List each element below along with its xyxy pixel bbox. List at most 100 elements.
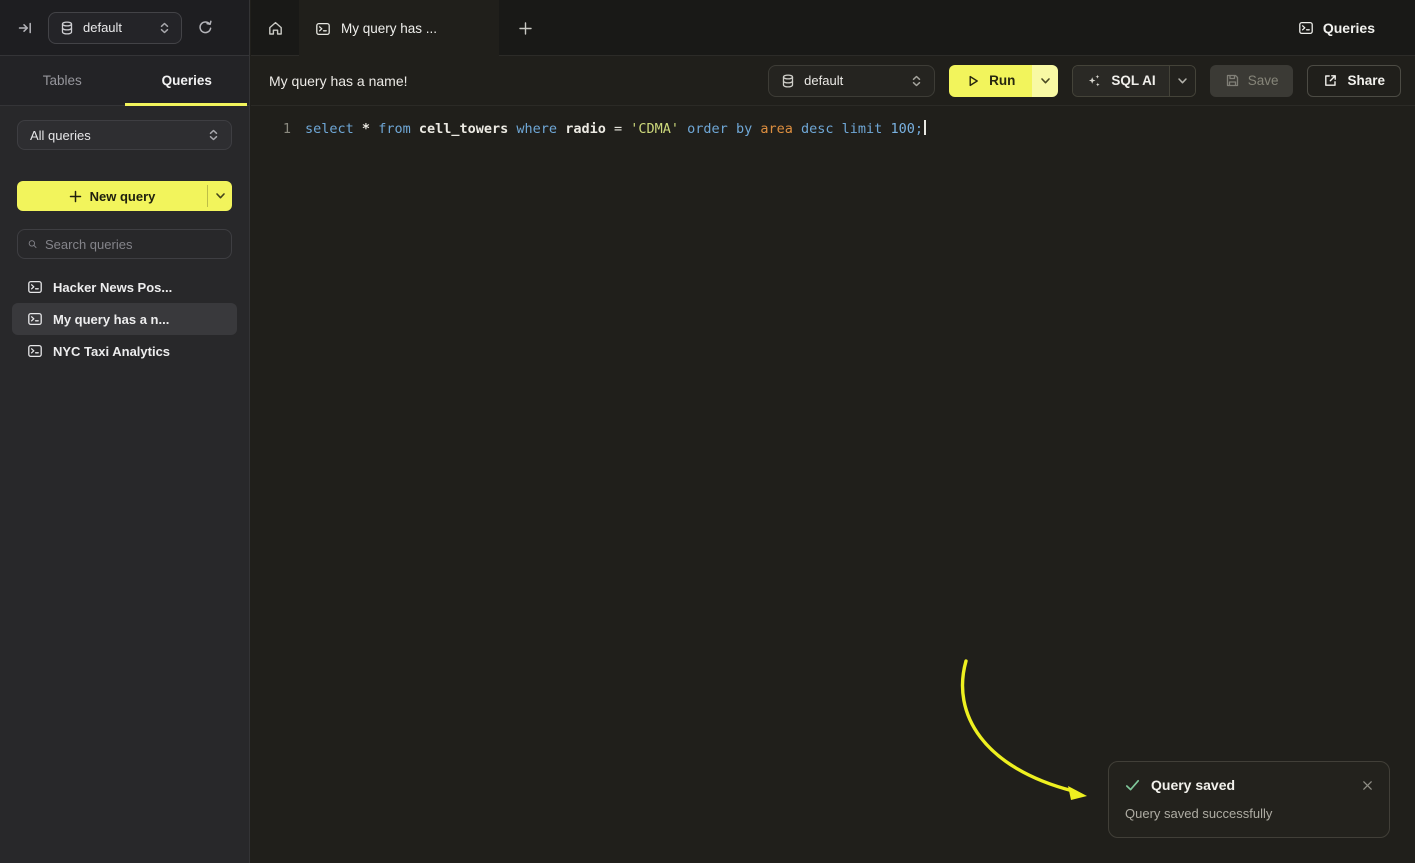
chevron-down-icon [1177,77,1188,85]
sql-ai-button-label: SQL AI [1111,73,1155,88]
line-number: 1 [251,119,291,139]
share-external-icon [1323,73,1338,88]
close-icon [1362,780,1373,791]
query-list-item-label: NYC Taxi Analytics [53,344,170,359]
query-toolbar: My query has a name! default Run [251,56,1415,106]
refresh-button[interactable] [193,16,217,40]
new-query-dropdown[interactable] [208,181,232,211]
sidebar-tabs: Tables Queries [0,56,249,106]
run-options-dropdown[interactable] [1032,65,1058,97]
main-area: My query has ... Queries My query has a … [251,0,1415,863]
floppy-disk-icon [1225,73,1240,88]
code-token: 100 [890,121,914,137]
query-title: My query has a name! [269,73,408,89]
toast-query-saved: Query saved Query saved successfully [1108,761,1390,838]
code-token [557,121,565,137]
toast-close-button[interactable] [1362,780,1373,791]
code-token: order [687,121,728,137]
editor-tabstrip: My query has ... Queries [251,0,1415,56]
code-token: where [516,121,557,137]
code-token: from [378,121,411,137]
editor-tab-active[interactable]: My query has ... [299,0,499,57]
sidebar-tab-tables-label: Tables [43,73,82,88]
terminal-square-icon [1298,20,1314,36]
code-token [728,121,736,137]
code-token [679,121,687,137]
query-list-item[interactable]: NYC Taxi Analytics [12,335,237,367]
terminal-square-icon [315,21,331,37]
sidebar-tab-queries-label: Queries [162,73,212,88]
terminal-square-icon [27,311,43,327]
sidebar-database-selector[interactable]: default [48,12,182,44]
code-token: * [362,121,370,137]
toast-header: Query saved [1125,777,1373,793]
query-list-item-label: My query has a n... [53,312,169,327]
toolbar-database-selector[interactable]: default [768,65,935,97]
code-token [411,121,419,137]
text-cursor [924,120,926,135]
check-icon [1125,779,1140,792]
toast-title: Query saved [1151,777,1235,793]
query-filter-value: All queries [30,128,91,143]
search-queries-box [17,229,232,259]
code-token: ; [915,121,923,137]
code-token: 'CDMA' [630,121,679,137]
query-list-item[interactable]: Hacker News Pos... [12,271,237,303]
collapse-sidebar-button[interactable] [13,16,37,40]
query-filter-select[interactable]: All queries [17,120,232,150]
saved-query-list: Hacker News Pos... My query has a n... N… [12,271,237,367]
plus-icon [69,190,82,203]
sidebar: default Tables Queries All queries [0,0,250,863]
chevron-up-down-icon [208,129,219,141]
chevron-down-icon [1040,77,1051,85]
play-icon [966,74,980,88]
plus-icon [518,21,533,36]
save-button[interactable]: Save [1210,65,1294,97]
new-query-label: New query [90,189,156,204]
queries-indicator[interactable]: Queries [1298,0,1375,56]
new-query-main[interactable]: New query [17,181,207,211]
chevron-up-down-icon [911,75,922,87]
code-token [834,121,842,137]
chevron-down-icon [215,192,226,200]
share-button[interactable]: Share [1307,65,1401,97]
code-token: select [305,121,354,137]
sidebar-body: All queries New query [0,106,249,367]
run-button-group: Run [949,65,1058,97]
sidebar-topbar: default [0,0,249,56]
sql-ai-button[interactable]: SQL AI [1073,66,1168,96]
code-token [793,121,801,137]
new-tab-button[interactable] [513,16,537,40]
code-token: by [736,121,752,137]
sql-ai-dropdown[interactable] [1169,66,1195,96]
code-content[interactable]: select * from cell_towers where radio = … [305,119,926,139]
refresh-icon [198,20,213,35]
queries-indicator-label: Queries [1323,20,1375,36]
sql-editor[interactable]: 1 select * from cell_towers where radio … [251,106,1415,139]
arrow-to-bar-icon [17,20,33,36]
database-icon [781,74,795,88]
sidebar-tab-tables[interactable]: Tables [0,56,125,105]
sql-console-app: default Tables Queries All queries [0,0,1415,863]
run-button[interactable]: Run [949,65,1032,97]
code-token [606,121,614,137]
toast-message: Query saved successfully [1125,806,1373,821]
run-button-label: Run [989,73,1015,88]
editor-tab-label: My query has ... [341,21,437,36]
toolbar-database-value: default [804,73,843,88]
search-queries-input[interactable] [45,237,221,252]
chevron-up-down-icon [159,22,170,34]
code-token: area [760,121,793,137]
home-button[interactable] [263,16,287,40]
code-token: = [614,121,622,137]
sidebar-tab-queries[interactable]: Queries [125,56,250,105]
new-query-button[interactable]: New query [17,181,232,211]
magnifier-icon [28,237,37,251]
annotation-arrow [940,645,1100,810]
save-button-label: Save [1248,73,1279,88]
query-list-item-selected[interactable]: My query has a n... [12,303,237,335]
database-icon [60,21,74,35]
sql-ai-button-group: SQL AI [1072,65,1195,97]
query-list-item-label: Hacker News Pos... [53,280,172,295]
code-token: limit [842,121,883,137]
